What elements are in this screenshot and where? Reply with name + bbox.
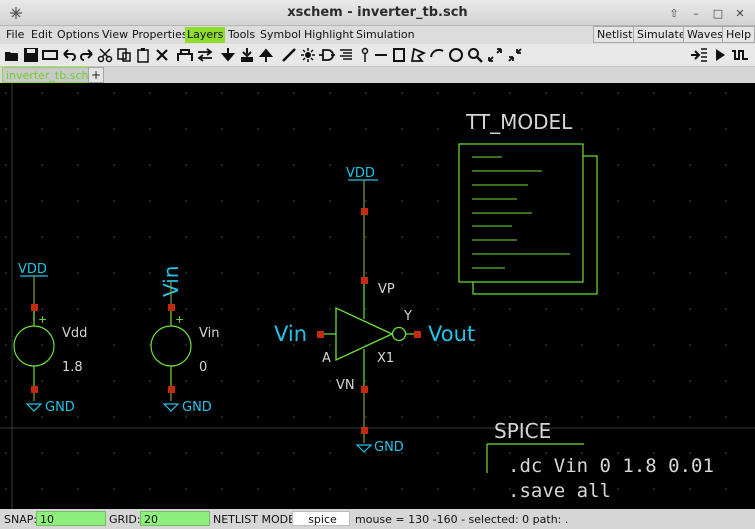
snap-label: SNAP:	[4, 513, 38, 526]
inverter-pin-vn	[361, 386, 368, 393]
tt-model-title: TT_MODEL	[465, 110, 573, 134]
schematic-drawing: VDD + GND Vdd 1.8 Vin + GND Vin 0 VDD VP…	[0, 83, 755, 509]
status-bar: SNAP: 10 GRID: 20 NETLIST MODE: spice mo…	[0, 509, 755, 529]
window-title: xschem - inverter_tb.sch	[287, 5, 468, 20]
draw-wire-icon[interactable]	[280, 46, 298, 64]
paste-icon[interactable]	[134, 46, 152, 64]
push-down-icon[interactable]	[219, 46, 237, 64]
draw-circle-icon[interactable]	[447, 46, 465, 64]
menu-layers[interactable]: Layers	[185, 27, 226, 43]
inverter-pin-a-label: A	[322, 351, 331, 366]
help-button[interactable]: Help	[722, 26, 755, 43]
menu-file[interactable]: File	[4, 27, 26, 43]
menu-edit[interactable]: Edit	[29, 27, 54, 43]
draw-line-icon[interactable]	[372, 46, 390, 64]
undo-icon[interactable]	[60, 46, 78, 64]
spice-directive-save: .save all	[508, 480, 611, 502]
vin-source-pin-plus	[168, 304, 175, 311]
menu-options[interactable]: Options	[55, 27, 101, 43]
inverter-ground-label: GND	[374, 440, 404, 455]
vin-source-pin-minus	[168, 386, 175, 393]
inverter-instance-name: X1	[377, 351, 394, 366]
simulate-tool-icon[interactable]	[711, 46, 729, 64]
inverter-pin-y	[414, 331, 421, 338]
descend-icon[interactable]	[238, 46, 256, 64]
grid-label: GRID:	[109, 513, 141, 526]
copy-icon[interactable]	[115, 46, 133, 64]
vdd-source-supply-label: VDD	[18, 262, 47, 277]
open-icon[interactable]	[3, 46, 21, 64]
draw-rect-icon[interactable]	[390, 46, 408, 64]
netlist-button[interactable]: Netlist	[593, 26, 637, 43]
minimize-icon[interactable]: –	[687, 4, 705, 22]
add-text-icon[interactable]	[337, 46, 355, 64]
menu-simulation[interactable]: Simulation	[354, 27, 417, 43]
vdd-source-value: 1.8	[62, 360, 83, 375]
redo-icon[interactable]	[78, 46, 96, 64]
menu-properties[interactable]: Properties	[130, 27, 190, 43]
snap-input[interactable]: 10	[36, 511, 106, 526]
search-icon[interactable]	[466, 46, 484, 64]
menu-view[interactable]: View	[100, 27, 130, 43]
inverter-pin-vn-label: VN	[336, 378, 355, 393]
save-icon[interactable]	[22, 46, 40, 64]
zoom-fit-icon[interactable]	[486, 46, 504, 64]
inverter-gnd-net-node	[361, 427, 368, 434]
inverter-output-net-label: Vout	[428, 322, 475, 346]
zoom-full-icon[interactable]	[506, 46, 524, 64]
inverter-pin-vp	[361, 277, 368, 284]
tab-inverter-tb[interactable]: inverter_tb.sch	[2, 67, 93, 83]
maximize-icon[interactable]: □	[709, 4, 727, 22]
vdd-source-plus-sign: +	[38, 313, 47, 326]
inverter-supply-label: VDD	[346, 166, 375, 181]
vin-source-name: Vin	[199, 326, 219, 341]
schematic-canvas[interactable]: VDD + GND Vdd 1.8 Vin + GND Vin 0 VDD VP…	[0, 83, 755, 509]
insert-symbol-icon[interactable]	[318, 46, 336, 64]
title-bar: xschem - inverter_tb.sch ⇧ – □ ✕	[0, 0, 755, 26]
netlist-mode-label: NETLIST MODE:	[213, 513, 299, 526]
waves-button[interactable]: Waves	[683, 26, 727, 43]
vin-source-plus-sign: +	[175, 313, 184, 326]
menu-bar: File Edit Options View Properties Layers…	[0, 26, 755, 44]
draw-polygon-icon[interactable]	[409, 46, 427, 64]
reload-icon[interactable]	[41, 46, 59, 64]
delete-icon[interactable]	[153, 46, 171, 64]
add-tab-button[interactable]: +	[88, 67, 104, 83]
close-icon[interactable]: ✕	[731, 4, 749, 22]
vin-source-value: 0	[199, 360, 207, 375]
vdd-source-pin-minus	[31, 386, 38, 393]
simulate-button[interactable]: Simulate	[633, 26, 690, 43]
mouse-info: mouse = 130 -160 - selected: 0 path: .	[355, 513, 569, 526]
toolbar	[0, 44, 755, 67]
draw-arc-icon[interactable]	[428, 46, 446, 64]
vdd-source-ground-label: GND	[45, 400, 75, 415]
spice-block-title: SPICE	[494, 419, 551, 443]
inverter-input-net-label: Vin	[274, 322, 307, 346]
grid-input[interactable]: 20	[140, 511, 210, 526]
swap-icon[interactable]	[196, 46, 214, 64]
netlist-hierarchy-icon[interactable]	[176, 46, 194, 64]
menu-symbol[interactable]: Symbol	[258, 27, 303, 43]
pop-up-icon[interactable]	[257, 46, 275, 64]
menu-tools[interactable]: Tools	[226, 27, 257, 43]
keep-above-icon[interactable]: ⇧	[665, 4, 683, 22]
inverter-pin-a	[317, 331, 324, 338]
cut-icon[interactable]	[96, 46, 114, 64]
highlight-icon[interactable]	[299, 46, 317, 64]
netlist-tool-icon[interactable]	[690, 46, 708, 64]
waves-tool-icon[interactable]	[731, 46, 749, 64]
inverter-pin-y-label: Y	[403, 309, 412, 324]
menu-highlight[interactable]: Highlight	[302, 27, 356, 43]
netlist-mode-field[interactable]: spice	[292, 511, 350, 526]
inverter-vdd-net-node	[361, 208, 368, 215]
vdd-source-pin-plus	[31, 304, 38, 311]
inverter-pin-vp-label: VP	[378, 282, 395, 297]
tab-bar: inverter_tb.sch +	[0, 67, 755, 83]
spice-directive-dc: .dc Vin 0 1.8 0.01	[508, 455, 714, 477]
vin-source-ground-label: GND	[182, 400, 212, 415]
vdd-source-name: Vdd	[62, 326, 87, 341]
